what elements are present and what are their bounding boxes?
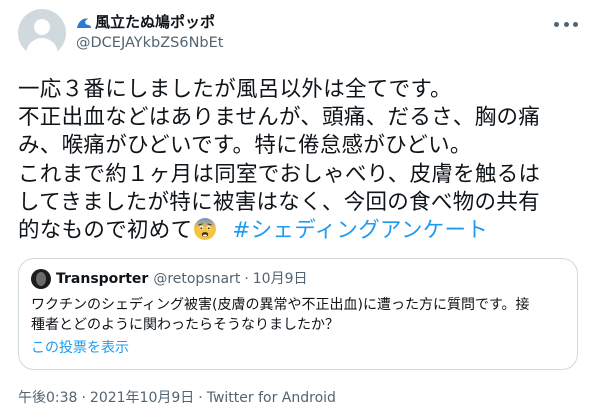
quoted-separator: · (244, 271, 249, 287)
author-names: 風立たぬ鳩ポッポ @DCEJAYkbZS6NbEt (76, 12, 224, 53)
quoted-tweet-text: ワクチンのシェディング被害(皮膚の異常や不正出血)に遭った方に質問です。接 種者… (31, 295, 565, 335)
author-display-name: 風立たぬ鳩ポッポ (95, 13, 216, 31)
quoted-tweet[interactable]: Transporter @retopsnart · 10月9日 ワクチンのシェデ… (18, 258, 578, 370)
tweet-source[interactable]: Twitter for Android (207, 390, 336, 406)
tweet-text-line: み、喉痛がひどいです。特に倦怠感がひどい。 (18, 133, 472, 159)
tweet-text-line: 一応３番にしましたが風呂以外は全てです。 (18, 77, 452, 102)
default-profile-body (26, 38, 58, 57)
tweet-text-line: してきましたが特に被害はなく、今回の食べ物の共有 (18, 189, 540, 215)
quoted-text-line: ワクチンのシェディング被害(皮膚の異常や不正出血)に遭った方に質問です。接 (31, 297, 530, 313)
meta-separator: · (198, 390, 203, 406)
quoted-tweet-header: Transporter @retopsnart · 10月9日 (31, 269, 565, 289)
quoted-author-handle: @retopsnart (153, 271, 241, 287)
quoted-author-avatar (31, 269, 51, 289)
more-options-icon[interactable] (554, 17, 578, 31)
more-dot (554, 21, 559, 27)
water-wave-icon (76, 14, 92, 30)
tweet-text-line: これまで約１ヶ月は同室でおしゃべり、皮膚を触るは (18, 161, 541, 187)
tweet-metadata: 午後0:38 · 2021年10月9日 · Twitter for Android (18, 389, 336, 407)
quoted-text-line: 種者とどのように関わったらそうなりましたか？ (31, 317, 339, 333)
tweet-date[interactable]: 2021年10月9日 (90, 390, 194, 406)
tweet-text-line: 不正出血などはありませんが、頭痛、だるさ、胸の痛 (18, 105, 541, 131)
tweet-time[interactable]: 午後0:38 (18, 390, 77, 406)
quoted-author-name: Transporter (56, 271, 149, 287)
quoted-date: 10月9日 (252, 271, 308, 287)
more-dot (563, 21, 569, 27)
hashtag-link[interactable]: #シェディングアンケート (232, 218, 488, 243)
view-poll-link[interactable]: この投票を表示 (31, 339, 565, 357)
tweet-text-last-segment: 的なもので初めて (18, 218, 193, 244)
fearful-face-emoji-icon (194, 218, 217, 241)
meta-separator: · (81, 390, 86, 406)
author-display-name-row[interactable]: 風立たぬ鳩ポッポ (76, 12, 224, 32)
tweet-text-last-line: 的なもので初めて #シェディングアンケート (18, 217, 578, 245)
tweet-text: 一応３番にしましたが風呂以外は全てです。 不正出血などはありませんが、頭痛、だる… (18, 76, 578, 245)
default-profile-head (34, 19, 50, 35)
more-dot (573, 21, 578, 27)
tweet-header: 風立たぬ鳩ポッポ @DCEJAYkbZS6NbEt (18, 9, 578, 63)
author-avatar[interactable] (18, 9, 66, 57)
author-handle[interactable]: @DCEJAYkbZS6NbEt (76, 33, 224, 53)
